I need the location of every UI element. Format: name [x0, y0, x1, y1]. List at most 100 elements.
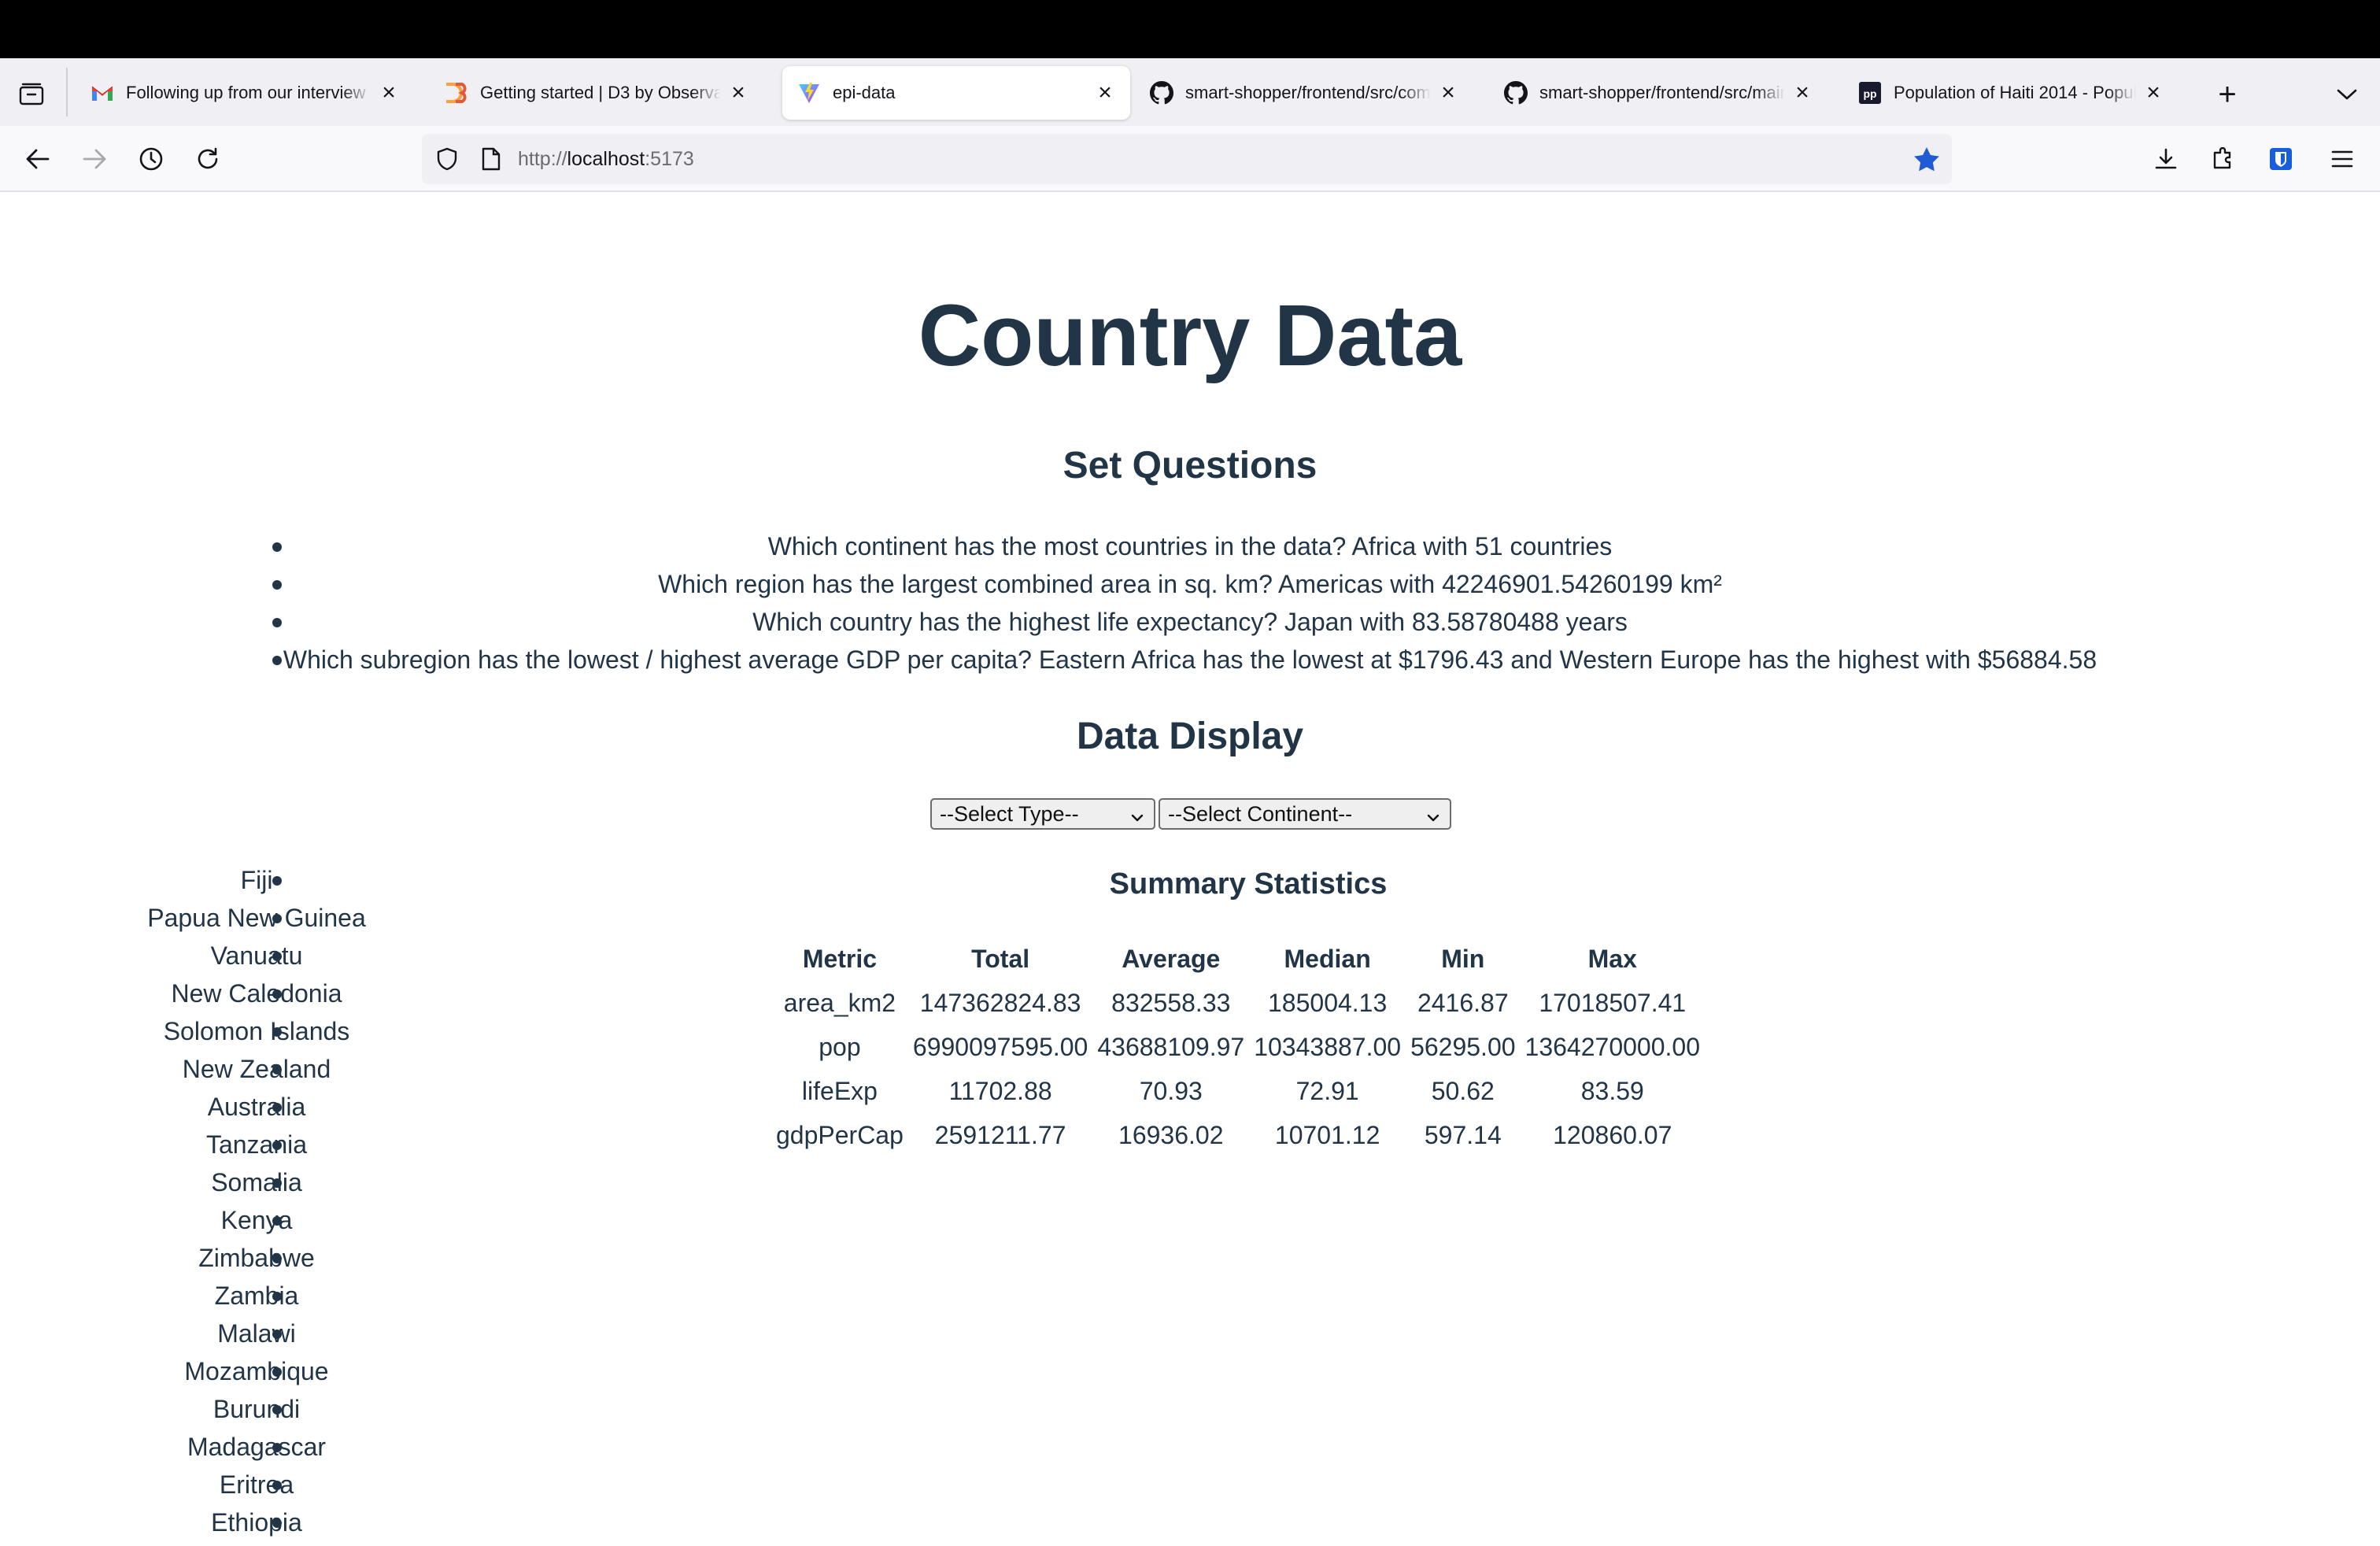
list-item: New Caledonia [0, 975, 504, 1012]
table-cell: pop [819, 1032, 861, 1061]
github-icon [1503, 80, 1528, 105]
url-host: localhost [567, 148, 645, 170]
list-item: Burundi [0, 1390, 504, 1428]
downloads-icon[interactable] [2149, 142, 2183, 176]
table-cell: 10343887.00 [1254, 1032, 1402, 1061]
new-tab-button[interactable]: + [2210, 77, 2245, 112]
table-row: lifeExp 11702.88 70.93 72.91 50.62 83.59 [771, 1069, 1705, 1113]
table-cell: 16936.02 [1118, 1120, 1224, 1149]
tab-github-main[interactable]: smart-shopper/frontend/src/main × [1489, 66, 1828, 120]
question-text: Which continent has the most countries i… [767, 532, 1613, 560]
column-header: Average [1122, 944, 1221, 973]
firefox-view-icon[interactable] [16, 79, 47, 110]
tab-gmail[interactable]: Following up from our interview × [76, 66, 414, 120]
url-text[interactable]: http://localhost:5173 [518, 134, 694, 184]
column-header: Total [971, 944, 1030, 973]
address-bar[interactable]: http://localhost:5173 [422, 134, 1952, 184]
table-cell: 597.14 [1424, 1120, 1502, 1149]
questions-list: Which continent has the most countries i… [0, 527, 2380, 679]
column-header: Max [1587, 944, 1637, 973]
table-cell: 6990097595.00 [912, 1032, 1088, 1061]
tab-github-components[interactable]: smart-shopper/frontend/src/components × [1135, 66, 1473, 120]
list-item: Which continent has the most countries i… [0, 527, 2380, 565]
table-cell: 120860.07 [1553, 1120, 1672, 1149]
list-item: Which region has the largest combined ar… [0, 565, 2380, 603]
table-cell: 72.91 [1295, 1076, 1359, 1105]
country-name: Solomon Islands [163, 1017, 350, 1045]
table-cell: 50.62 [1431, 1076, 1495, 1105]
tab-title: Population of Haiti 2014 - Population [1894, 83, 2136, 102]
country-name: Burundi [213, 1395, 301, 1423]
column-header: Median [1284, 944, 1371, 973]
bookmark-star-icon[interactable] [1911, 143, 1942, 175]
close-icon[interactable]: × [1094, 81, 1116, 105]
type-select-value: --Select Type-- [940, 801, 1079, 826]
country-name: New Zealand [182, 1055, 331, 1083]
list-item: Solomon Islands [0, 1012, 504, 1050]
tab-d3[interactable]: Getting started | D3 by Observable × [430, 66, 763, 120]
page-title: Country Data [918, 287, 1462, 384]
list-item: Madagascar [0, 1428, 504, 1466]
list-item: Fiji [0, 861, 504, 899]
country-name: Malawi [217, 1319, 296, 1348]
table-cell: area_km2 [783, 988, 896, 1017]
reload-icon[interactable] [190, 142, 225, 176]
table-cell: 147362824.83 [919, 988, 1081, 1017]
country-name: Vanuatu [210, 941, 303, 970]
tab-population-haiti[interactable]: pp Population of Haiti 2014 - Population… [1843, 66, 2179, 120]
country-name: Zimbabwe [198, 1244, 315, 1272]
question-text: Which region has the largest combined ar… [658, 570, 1722, 598]
country-name: Fiji [240, 866, 273, 894]
table-cell: 2416.87 [1417, 988, 1509, 1017]
table-cell: 185004.13 [1268, 988, 1388, 1017]
table-cell: lifeExp [801, 1076, 878, 1105]
extensions-puzzle-icon[interactable] [2205, 142, 2240, 176]
gmail-icon [90, 80, 115, 105]
close-icon[interactable]: × [1791, 81, 1813, 105]
pp-icon: pp [1857, 80, 1883, 105]
close-icon[interactable]: × [1437, 81, 1459, 105]
hamburger-menu-icon[interactable] [2325, 142, 2360, 176]
list-all-tabs-chevron-icon[interactable] [2330, 77, 2364, 112]
table-cell: gdpPerCap [776, 1120, 904, 1149]
set-questions-heading: Set Questions [1062, 445, 1318, 486]
chevron-down-icon [1130, 806, 1144, 830]
forward-arrow-icon[interactable] [77, 142, 112, 176]
history-clock-icon[interactable] [134, 142, 168, 176]
bitwarden-extension-icon[interactable] [2264, 142, 2298, 176]
list-item: Kenya [0, 1201, 504, 1239]
tab-title: epi-data [833, 83, 896, 102]
list-item: Zambia [0, 1277, 504, 1315]
column-header: Metric [802, 944, 878, 973]
type-select[interactable]: --Select Type-- [930, 798, 1155, 830]
tab-epi-data[interactable]: epi-data × [782, 66, 1130, 120]
list-item: Papua New Guinea [0, 899, 504, 937]
list-item: Ethiopia [0, 1503, 504, 1541]
url-port: :5173 [645, 148, 694, 170]
list-item: Vanuatu [0, 937, 504, 975]
table-cell: 11702.88 [948, 1076, 1052, 1105]
page-info-icon[interactable] [477, 145, 505, 173]
country-name: Tanzania [205, 1130, 308, 1159]
d3-icon [444, 80, 469, 105]
back-arrow-icon[interactable] [20, 142, 55, 176]
list-item: Zimbabwe [0, 1239, 504, 1277]
list-item: Tanzania [0, 1126, 504, 1163]
url-scheme: http:// [518, 148, 567, 170]
list-item: Mozambique [0, 1352, 504, 1390]
list-item: Which subregion has the lowest / highest… [0, 641, 2380, 679]
filter-selects: --Select Type-- --Select Continent-- [930, 798, 1451, 830]
close-icon[interactable]: × [2142, 81, 2164, 105]
country-name: Madagascar [187, 1433, 327, 1461]
country-name: Eritrea [219, 1470, 294, 1499]
chevron-down-icon [1426, 806, 1440, 830]
tracking-protection-shield-icon[interactable] [433, 145, 461, 173]
data-display-heading: Data Display [1076, 716, 1304, 757]
column-header: Min [1441, 944, 1485, 973]
summary-statistics-heading: Summary Statistics [1109, 867, 1388, 901]
continent-select[interactable]: --Select Continent-- [1159, 798, 1451, 830]
close-icon[interactable]: × [378, 81, 400, 105]
table-row: area_km2 147362824.83 832558.33 185004.13 24… [771, 981, 1705, 1025]
list-item: Malawi [0, 1315, 504, 1352]
close-icon[interactable]: × [727, 81, 749, 105]
